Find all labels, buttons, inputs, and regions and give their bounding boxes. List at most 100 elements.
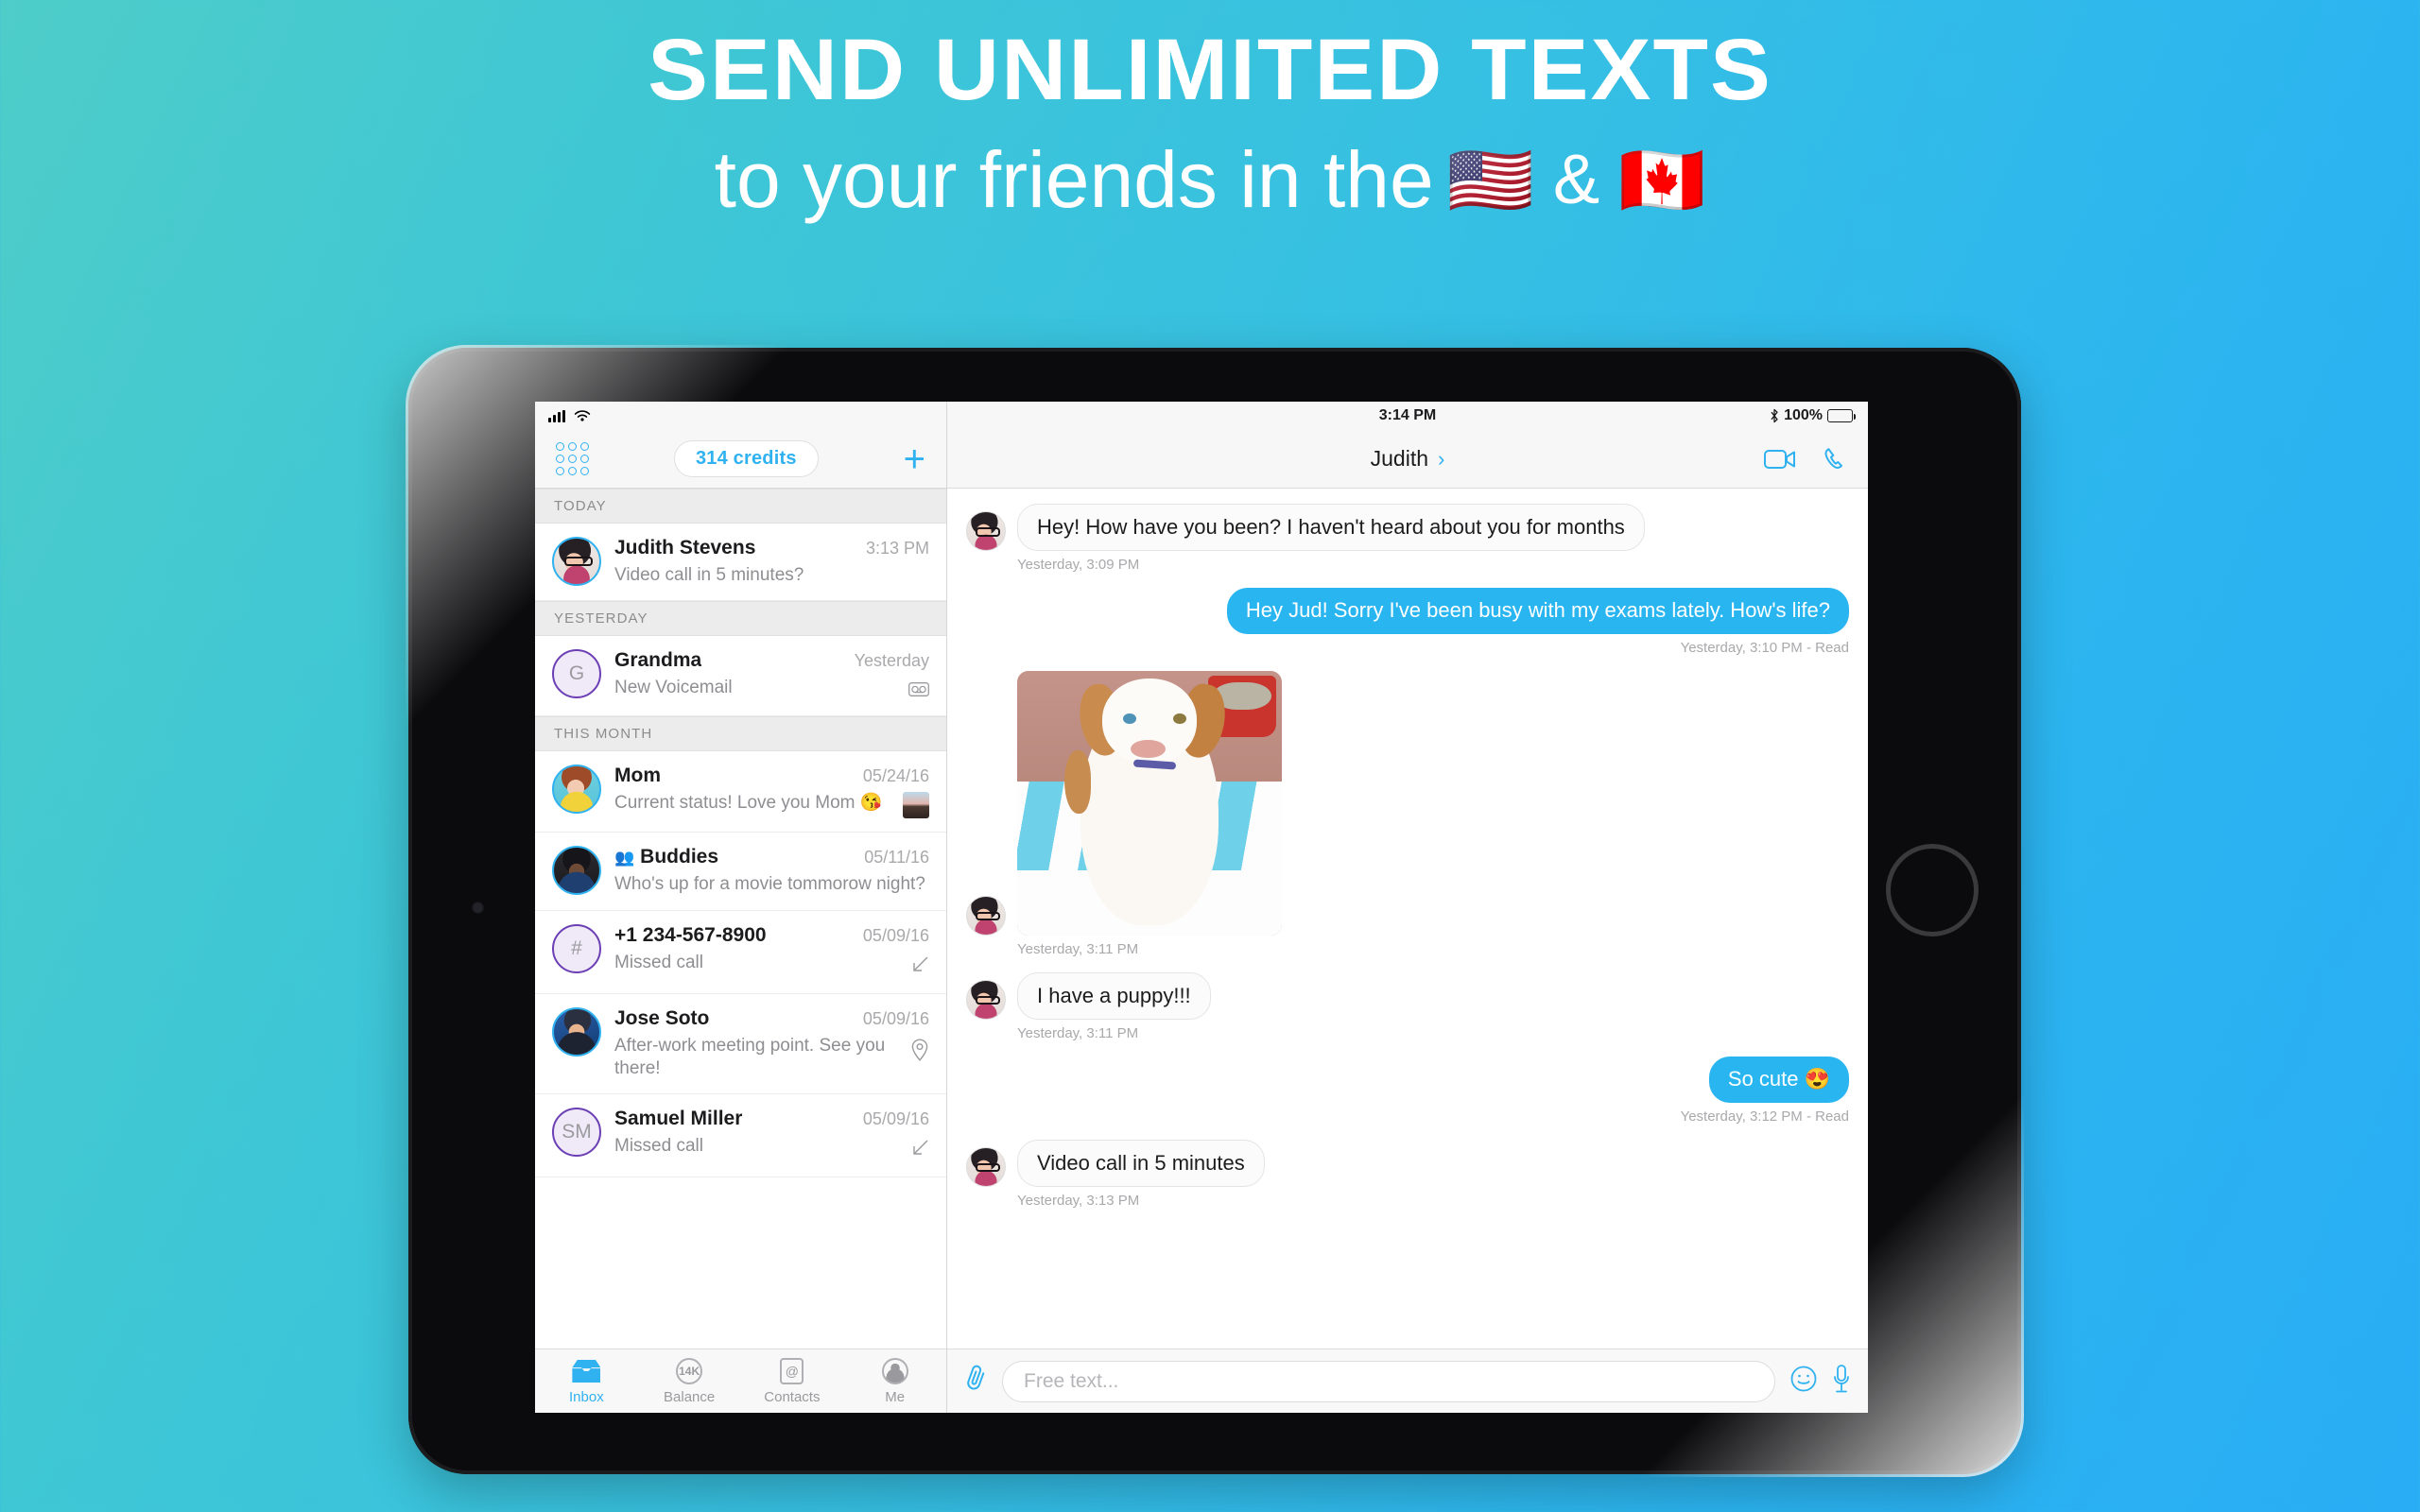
- list-item[interactable]: SM Samuel Miller 05/09/16 Missed call: [535, 1094, 946, 1178]
- promo-line-2-text: to your friends in the: [714, 135, 1434, 224]
- message-timestamp: Yesterday, 3:10 PM - Read: [1680, 639, 1849, 656]
- missed-call-arrow-icon: [910, 1135, 929, 1163]
- message-row: Hey! How have you been? I haven't heard …: [966, 504, 1849, 552]
- device-screen: 314 credits + TODAY Judith Stevens 3:13 …: [535, 402, 1868, 1413]
- message-input-placeholder: Free text...: [1024, 1369, 1119, 1392]
- microphone-icon[interactable]: [1832, 1364, 1851, 1399]
- message-row: So cute 😍: [966, 1057, 1849, 1103]
- list-item[interactable]: G Grandma Yesterday New Voicemail: [535, 636, 946, 717]
- status-bar-left: [535, 402, 946, 430]
- ampersand: &: [1552, 140, 1600, 219]
- message-bubble[interactable]: Video call in 5 minutes: [1017, 1139, 1265, 1187]
- message-row: Hey Jud! Sorry I've been busy with my ex…: [966, 588, 1849, 634]
- conversation-name: +1 234-567-8900: [614, 923, 767, 946]
- message-bubble[interactable]: So cute 😍: [1708, 1057, 1849, 1103]
- avatar: [552, 765, 601, 815]
- signal-bars-icon: [548, 409, 565, 422]
- tab-label: Contacts: [764, 1389, 821, 1405]
- avatar: [966, 980, 1006, 1021]
- video-camera-icon[interactable]: [1764, 449, 1796, 470]
- message-row: I have a puppy!!!: [966, 971, 1849, 1021]
- conversation-name: Jose Soto: [614, 1006, 710, 1029]
- avatar: [552, 1006, 601, 1057]
- wifi-icon: [574, 410, 591, 421]
- dialpad-grid-icon[interactable]: [556, 442, 589, 475]
- avatar: #: [552, 923, 601, 973]
- section-header-today: TODAY: [535, 489, 946, 524]
- person-icon: [881, 1358, 908, 1384]
- credits-badge[interactable]: 314 credits: [673, 440, 819, 477]
- home-button[interactable]: [1886, 844, 1979, 936]
- list-item[interactable]: Jose Soto 05/09/16 After-work meeting po…: [535, 993, 946, 1095]
- message-timestamp: Yesterday, 3:11 PM: [1017, 1025, 1139, 1042]
- canada-flag-icon: 🇨🇦: [1618, 140, 1706, 219]
- photo-thumbnail[interactable]: [903, 792, 929, 819]
- conversation-preview: New Voicemail: [614, 678, 733, 698]
- tab-inbox[interactable]: Inbox: [535, 1357, 638, 1405]
- message-input[interactable]: Free text...: [1002, 1360, 1775, 1402]
- list-item[interactable]: Mom 05/24/16 Current status! Love you Mo…: [535, 751, 946, 833]
- balance-icon: 14K: [676, 1358, 703, 1384]
- chat-contact-name[interactable]: Judith: [1371, 446, 1428, 472]
- message-timestamp: Yesterday, 3:13 PM: [1017, 1192, 1140, 1209]
- puppy-photo[interactable]: [1017, 670, 1282, 936]
- inbox-icon: [572, 1360, 600, 1383]
- battery-percent: 100%: [1784, 407, 1823, 423]
- promo-headline: SEND UNLIMITED TEXTS to your friends in …: [0, 26, 2420, 230]
- conversation-preview: After-work meeting point. See you there!: [614, 1035, 886, 1078]
- avatar: G: [552, 649, 601, 699]
- promo-line-2: to your friends in the 🇺🇸 & 🇨🇦: [0, 130, 2420, 230]
- chat-pane: 3:14 PM 100% Judith › Hey! How have you …: [947, 402, 1868, 1413]
- group-people-icon: 👥: [614, 849, 635, 868]
- section-header-this-month: THIS MONTH: [535, 716, 946, 752]
- tab-label: Balance: [664, 1389, 716, 1405]
- plus-icon[interactable]: +: [904, 440, 925, 478]
- message-row: [966, 670, 1849, 936]
- tab-contacts[interactable]: @ Contacts: [741, 1357, 844, 1405]
- list-item[interactable]: Judith Stevens 3:13 PM Video call in 5 m…: [535, 524, 946, 602]
- conversation-time: 3:13 PM: [865, 539, 929, 558]
- message-bubble[interactable]: Hey! How have you been? I haven't heard …: [1017, 504, 1645, 552]
- conversation-preview: Missed call: [614, 952, 703, 972]
- bluetooth-icon: [1771, 408, 1778, 423]
- us-flag-icon: 🇺🇸: [1446, 140, 1534, 219]
- conversation-time: 05/11/16: [864, 848, 929, 868]
- message-timestamp: Yesterday, 3:12 PM - Read: [1680, 1108, 1849, 1125]
- conversation-preview: Current status! Love you Mom 😘: [614, 793, 883, 814]
- chevron-right-icon[interactable]: ›: [1438, 447, 1444, 472]
- conversation-name: Mom: [614, 765, 661, 787]
- avatar: SM: [552, 1108, 601, 1158]
- section-header-yesterday: YESTERDAY: [535, 601, 946, 637]
- conversation-time: 05/09/16: [862, 925, 929, 945]
- paperclip-icon[interactable]: [959, 1361, 992, 1401]
- list-item[interactable]: # +1 234-567-8900 05/09/16 Missed call: [535, 910, 946, 994]
- list-item[interactable]: 👥 Buddies 05/11/16 Who's up for a movie t…: [535, 833, 946, 911]
- avatar-initial: SM: [562, 1121, 592, 1143]
- conversation-list[interactable]: TODAY Judith Stevens 3:13 PM Video call …: [535, 489, 946, 1349]
- avatar: [966, 1146, 1006, 1187]
- bottom-tab-bar: Inbox 14K Balance @ Contacts Me: [535, 1349, 946, 1413]
- avatar: [552, 537, 601, 586]
- battery-status: 100%: [1770, 402, 1856, 430]
- message-list[interactable]: Hey! How have you been? I haven't heard …: [947, 489, 1868, 1349]
- conversation-time: 05/24/16: [862, 766, 929, 786]
- tab-balance[interactable]: 14K Balance: [638, 1357, 741, 1405]
- conversation-time: 05/09/16: [862, 1008, 929, 1028]
- avatar: [966, 895, 1006, 936]
- message-bubble[interactable]: Hey Jud! Sorry I've been busy with my ex…: [1226, 588, 1849, 634]
- tab-me[interactable]: Me: [843, 1357, 946, 1405]
- smiley-icon[interactable]: [1790, 1366, 1817, 1397]
- chat-header: Judith ›: [947, 430, 1868, 489]
- avatar: [552, 846, 601, 896]
- conversation-name: Grandma: [614, 649, 702, 672]
- tab-label: Inbox: [569, 1389, 604, 1405]
- location-pin-icon: [910, 1035, 929, 1067]
- voicemail-icon: [908, 677, 929, 702]
- message-bubble[interactable]: I have a puppy!!!: [1017, 971, 1211, 1021]
- phone-icon[interactable]: [1823, 447, 1847, 472]
- conversation-preview: Missed call: [614, 1136, 703, 1157]
- conversation-name: Samuel Miller: [614, 1108, 743, 1130]
- conversation-name: 👥 Buddies: [614, 846, 719, 868]
- conversation-time: Yesterday: [854, 651, 929, 671]
- message-timestamp: Yesterday, 3:09 PM: [1017, 557, 1140, 574]
